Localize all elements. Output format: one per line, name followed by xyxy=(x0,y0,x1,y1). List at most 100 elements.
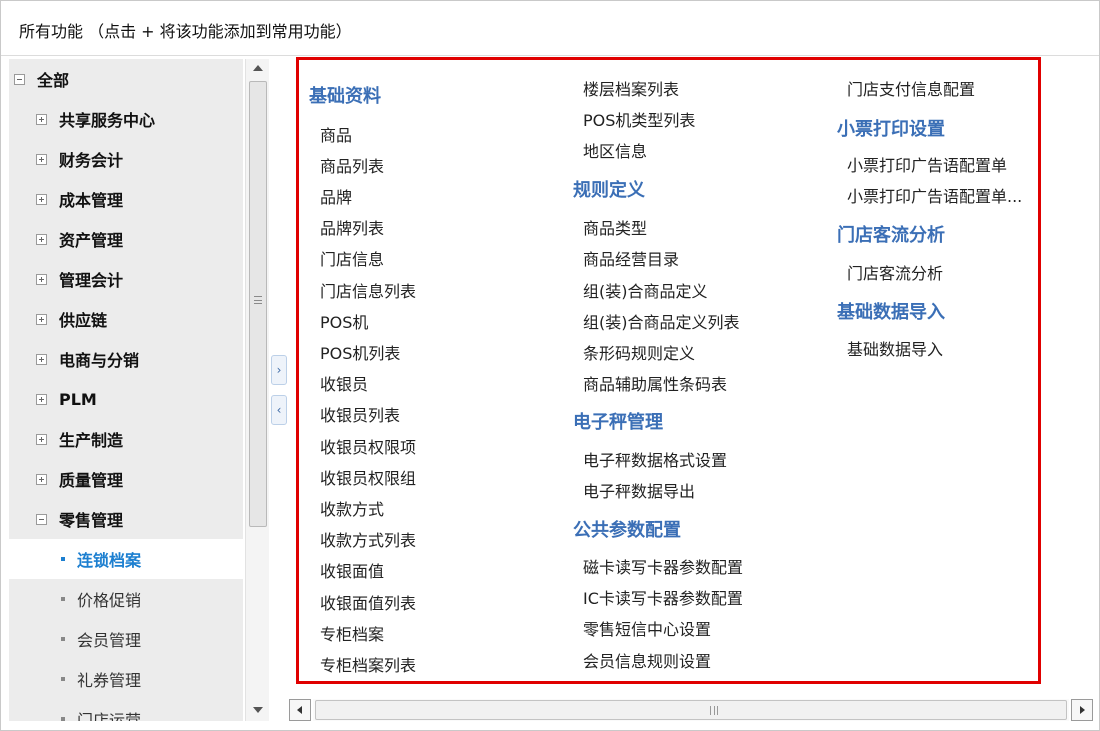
function-link[interactable]: 收银员权限组 xyxy=(320,465,416,489)
minus-box-icon[interactable] xyxy=(36,513,47,525)
function-link[interactable]: 零售短信中心设置 xyxy=(583,616,711,640)
tree-node-label: 零售管理 xyxy=(59,511,124,530)
function-link[interactable]: 专柜档案列表 xyxy=(320,652,416,676)
tree-node-module[interactable]: 共享服务中心 xyxy=(9,99,243,139)
function-link[interactable]: 小票打印广告语配置单 xyxy=(847,152,1007,176)
tree-scrollbar[interactable] xyxy=(245,59,269,721)
function-link[interactable]: 组(装)合商品定义 xyxy=(583,278,708,302)
group-heading-traffic-analysis: 门店客流分析 xyxy=(837,225,945,246)
function-link[interactable]: 门店信息列表 xyxy=(320,278,416,302)
tree-node-label: 礼券管理 xyxy=(77,671,142,690)
function-link[interactable]: 小票打印广告语配置单... xyxy=(847,183,1022,207)
function-link[interactable]: 电子秤数据格式设置 xyxy=(583,447,727,471)
bullet-icon xyxy=(61,717,65,721)
tree-node-module[interactable]: 电商与分销 xyxy=(9,339,243,379)
arrow-left-icon[interactable] xyxy=(289,699,311,721)
function-link[interactable]: POS机列表 xyxy=(320,340,400,364)
arrow-down-icon[interactable] xyxy=(253,707,263,713)
bullet-icon xyxy=(61,637,65,641)
tree-node-module[interactable]: 管理会计 xyxy=(9,259,243,299)
function-link[interactable]: 商品类型 xyxy=(583,215,647,239)
plus-box-icon[interactable] xyxy=(36,433,47,445)
tree-node-submodule[interactable]: 门店运营 xyxy=(9,699,243,721)
plus-box-icon[interactable] xyxy=(36,153,47,165)
tree-node-label: 门店运营 xyxy=(77,711,142,721)
function-link[interactable]: 品牌 xyxy=(320,184,352,208)
minus-box-icon[interactable] xyxy=(14,73,25,85)
panel-splitter: › ‹ xyxy=(269,59,289,721)
tree-node-module[interactable]: 供应链 xyxy=(9,299,243,339)
tree-node-module[interactable]: 质量管理 xyxy=(9,459,243,499)
tree-node-submodule[interactable]: 价格促销 xyxy=(9,579,243,619)
plus-box-icon[interactable] xyxy=(36,233,47,245)
function-link[interactable]: 会员信息规则设置 xyxy=(583,648,711,672)
plus-box-icon[interactable] xyxy=(36,353,47,365)
group-heading-data-import: 基础数据导入 xyxy=(837,302,945,323)
function-link[interactable]: 商品列表 xyxy=(320,153,384,177)
function-link[interactable]: POS机 xyxy=(320,309,368,333)
function-link[interactable]: 商品辅助属性条码表 xyxy=(583,371,727,395)
function-link[interactable]: 品牌列表 xyxy=(320,215,384,239)
function-link[interactable]: 门店信息 xyxy=(320,246,384,270)
tree-node-module[interactable]: 生产制造 xyxy=(9,419,243,459)
plus-box-icon[interactable] xyxy=(36,393,47,405)
tree-node-label: 共享服务中心 xyxy=(59,111,156,130)
tree-node-submodule-active[interactable]: 连锁档案 xyxy=(9,539,243,579)
tree-node-submodule[interactable]: 礼券管理 xyxy=(9,659,243,699)
tree-node-module[interactable]: PLM xyxy=(9,379,243,419)
tree-node-module[interactable]: 财务会计 xyxy=(9,139,243,179)
function-link[interactable]: 磁卡读写卡器参数配置 xyxy=(583,554,743,578)
function-link[interactable]: 商品经营目录 xyxy=(583,246,679,270)
tree-node-module[interactable]: 成本管理 xyxy=(9,179,243,219)
bullet-icon xyxy=(61,677,65,681)
tree-node-label: 质量管理 xyxy=(59,471,124,490)
arrow-up-icon[interactable] xyxy=(253,65,263,71)
function-link[interactable]: 楼层档案列表 xyxy=(583,76,679,100)
function-link[interactable]: 电子秤数据导出 xyxy=(583,478,695,502)
plus-box-icon[interactable] xyxy=(36,193,47,205)
tree-node-label: 电商与分销 xyxy=(59,351,140,370)
chevron-left-icon[interactable]: ‹ xyxy=(271,395,287,425)
plus-box-icon[interactable] xyxy=(36,113,47,125)
function-link[interactable]: 组(装)合商品定义列表 xyxy=(583,309,740,333)
function-link[interactable]: 收银员列表 xyxy=(320,402,400,426)
tree-node-module-expanded[interactable]: 零售管理 xyxy=(9,499,243,539)
tree-scrollbar-thumb[interactable] xyxy=(249,81,267,527)
function-link[interactable]: 商品 xyxy=(320,122,352,146)
function-link[interactable]: 门店客流分析 xyxy=(847,260,943,284)
function-link[interactable]: 门店支付信息配置 xyxy=(847,76,975,100)
function-link[interactable]: 基础数据导入 xyxy=(847,336,943,360)
tree-node-label: 资产管理 xyxy=(59,231,124,250)
function-link[interactable]: 地区信息 xyxy=(583,138,647,162)
function-tree: 全部 共享服务中心 财务会计 成本管理 资产管理 管理会计 供应链 电商与分销 xyxy=(9,59,243,721)
function-link[interactable]: 收银面值 xyxy=(320,558,384,582)
arrow-right-icon[interactable] xyxy=(1071,699,1093,721)
tree-node-label: 会员管理 xyxy=(77,631,142,650)
group-heading-public-params: 公共参数配置 xyxy=(573,520,681,541)
content-scrollbar[interactable] xyxy=(289,699,1093,723)
function-link[interactable]: 专柜档案 xyxy=(320,621,384,645)
tree-node-label: 管理会计 xyxy=(59,271,124,290)
plus-box-icon[interactable] xyxy=(36,473,47,485)
bullet-icon xyxy=(61,597,65,601)
function-link[interactable]: 收款方式 xyxy=(320,496,384,520)
tree-node-label: 成本管理 xyxy=(59,191,124,210)
bullet-icon xyxy=(61,557,65,561)
content-scrollbar-thumb[interactable] xyxy=(315,700,1067,720)
tree-node-module[interactable]: 资产管理 xyxy=(9,219,243,259)
chevron-right-icon[interactable]: › xyxy=(271,355,287,385)
plus-box-icon[interactable] xyxy=(36,273,47,285)
function-link[interactable]: IC卡读写卡器参数配置 xyxy=(583,585,743,609)
function-link[interactable]: 收银面值列表 xyxy=(320,590,416,614)
function-link[interactable]: 收款方式列表 xyxy=(320,527,416,551)
function-link[interactable]: POS机类型列表 xyxy=(583,107,695,131)
tree-node-submodule[interactable]: 会员管理 xyxy=(9,619,243,659)
function-link[interactable]: 收银员 xyxy=(320,371,368,395)
group-heading-receipt-print: 小票打印设置 xyxy=(837,119,945,140)
plus-box-icon[interactable] xyxy=(36,313,47,325)
group-heading-scale: 电子秤管理 xyxy=(573,412,663,433)
function-link[interactable]: 收银员权限项 xyxy=(320,434,416,458)
tree-node-root[interactable]: 全部 xyxy=(9,59,243,99)
function-link[interactable]: 条形码规则定义 xyxy=(583,340,695,364)
page-title: 所有功能 （点击 + 将该功能添加到常用功能） xyxy=(19,22,352,41)
